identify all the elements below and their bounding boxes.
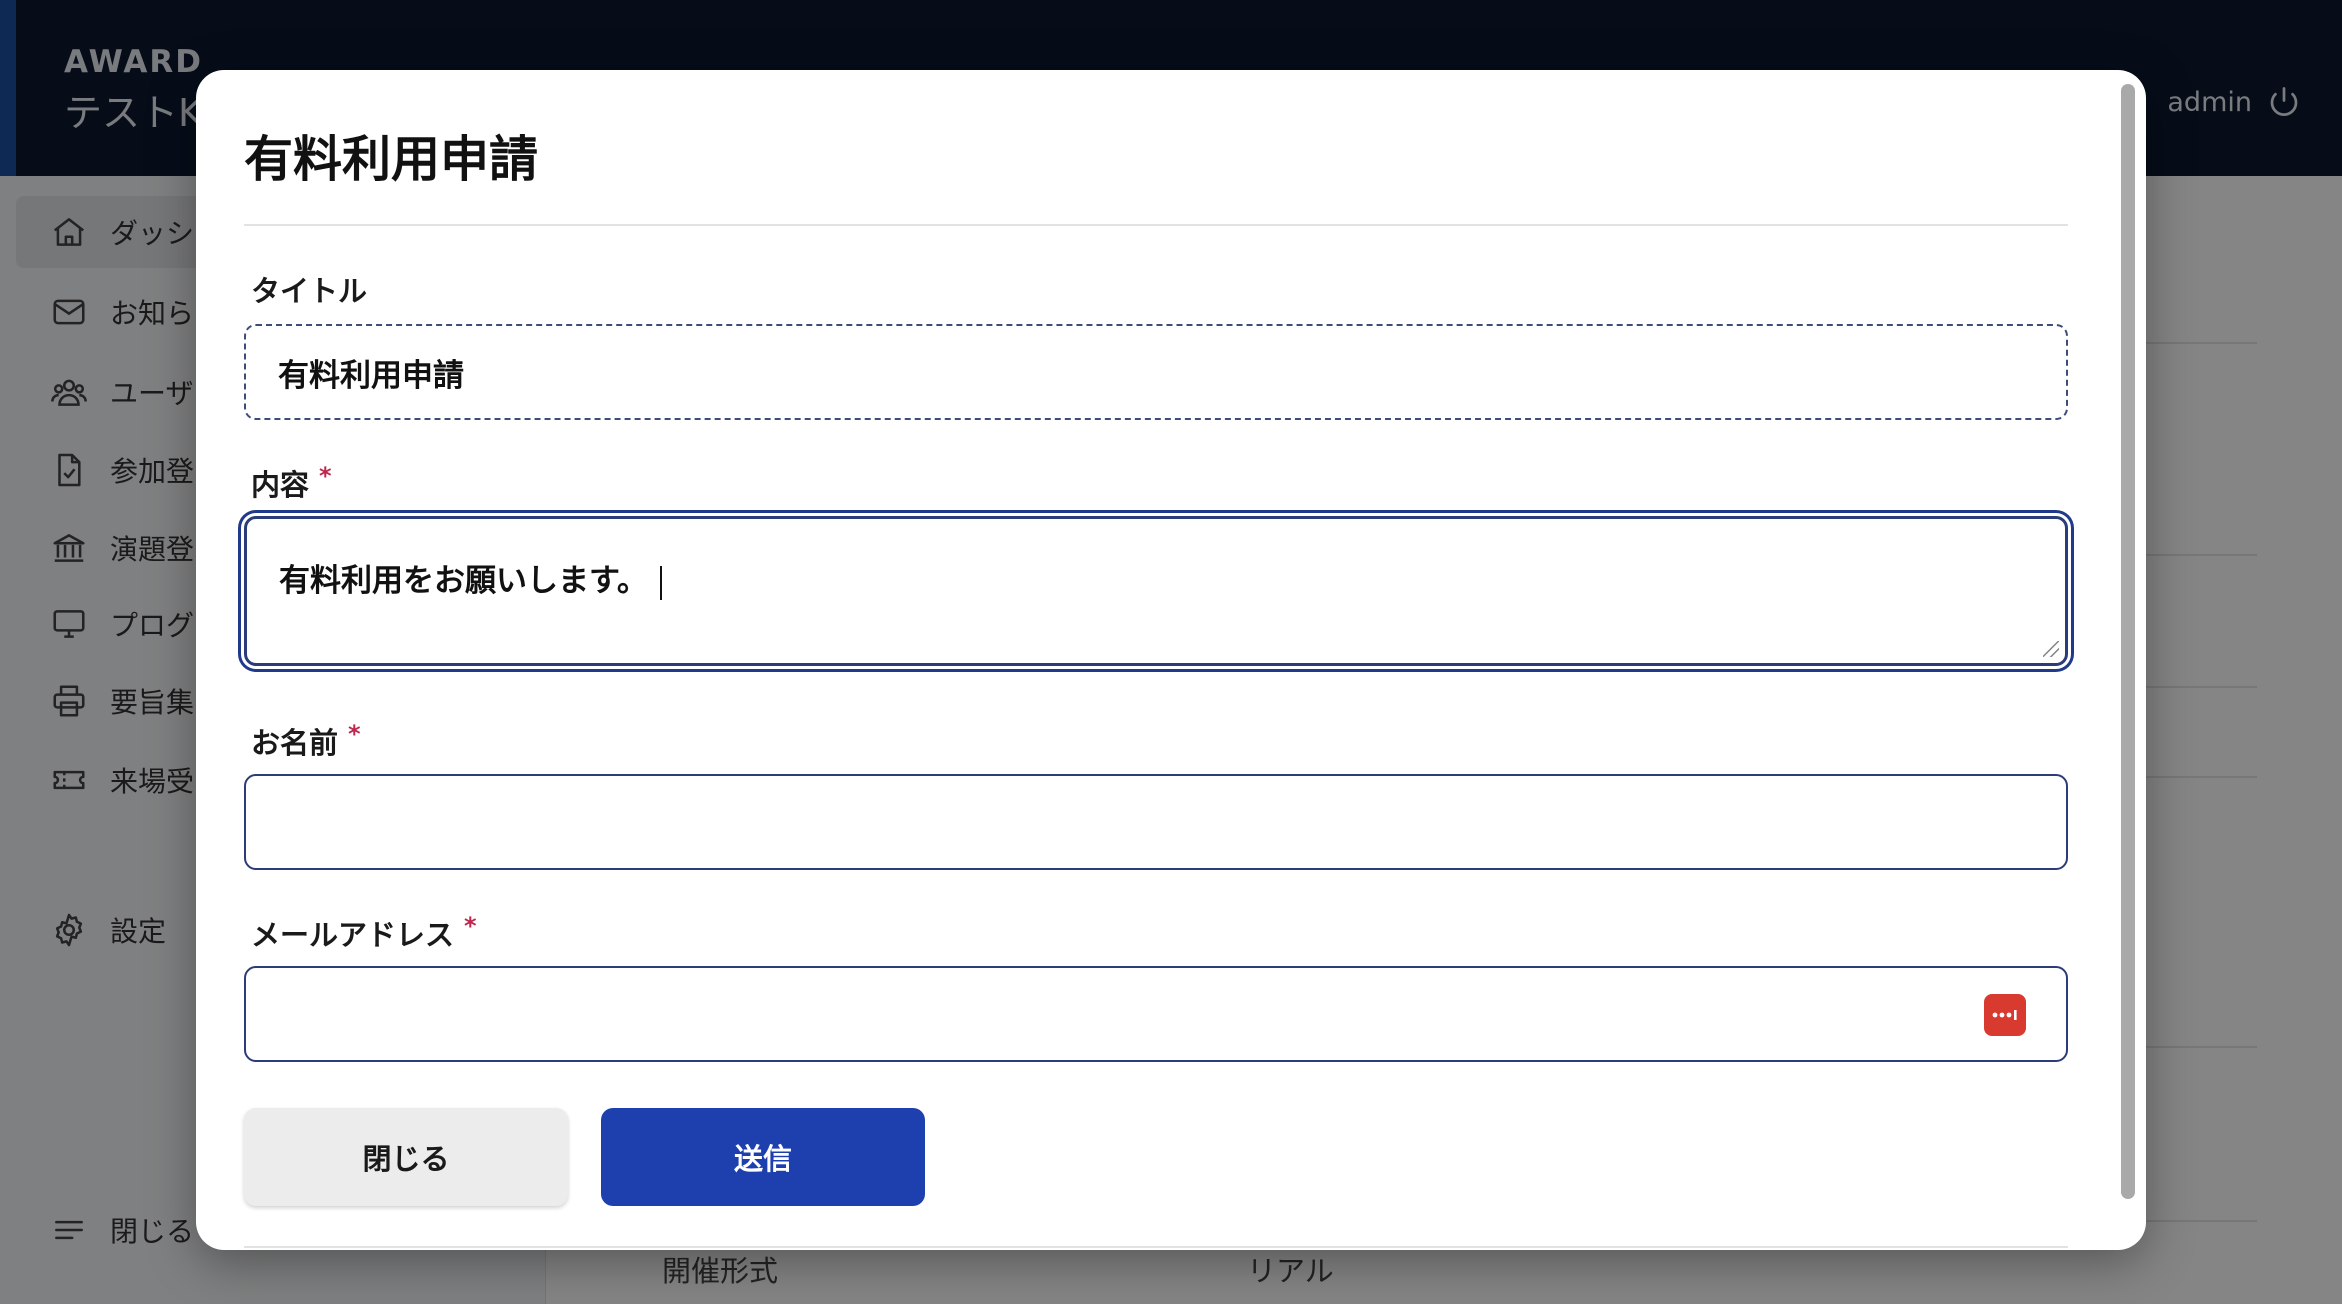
content-textarea[interactable]: 有料利用をお願いします。: [244, 516, 2068, 666]
name-field-label: お名前 *: [251, 720, 361, 760]
dialog-header-divider: [244, 224, 2068, 226]
title-field-value: 有料利用申請: [278, 357, 464, 394]
submit-button[interactable]: 送信: [601, 1108, 925, 1206]
resize-handle[interactable]: [2043, 641, 2059, 657]
dialog-scrollbar[interactable]: [2121, 84, 2135, 1199]
name-field[interactable]: [244, 774, 2068, 870]
title-field[interactable]: 有料利用申請: [244, 324, 2068, 420]
text-caret: [659, 565, 662, 600]
required-mark: *: [464, 912, 477, 940]
paid-usage-dialog: 有料利用申請 タイトル 有料利用申請 内容 * 有料利用をお願いします。 お名前 *…: [196, 70, 2146, 1250]
password-manager-icon[interactable]: [1984, 994, 2026, 1036]
dialog-title: 有料利用申請: [244, 131, 539, 188]
dialog-footer-divider: [244, 1246, 2068, 1248]
required-mark: *: [319, 462, 332, 490]
title-field-label: タイトル: [251, 274, 368, 308]
close-button[interactable]: 閉じる: [244, 1108, 568, 1206]
email-field[interactable]: [244, 966, 2068, 1062]
content-textarea-value: 有料利用をお願いします。: [279, 563, 648, 599]
content-field-label: 内容 *: [251, 462, 332, 502]
app-root: AWARD テストK admin ダッシ お知ら ユーザ 参加登 演題登 プログ…: [0, 0, 2342, 1304]
email-field-label: メールアドレス *: [251, 912, 477, 952]
required-mark: *: [348, 720, 361, 748]
dots-icon: [1992, 1010, 2017, 1020]
